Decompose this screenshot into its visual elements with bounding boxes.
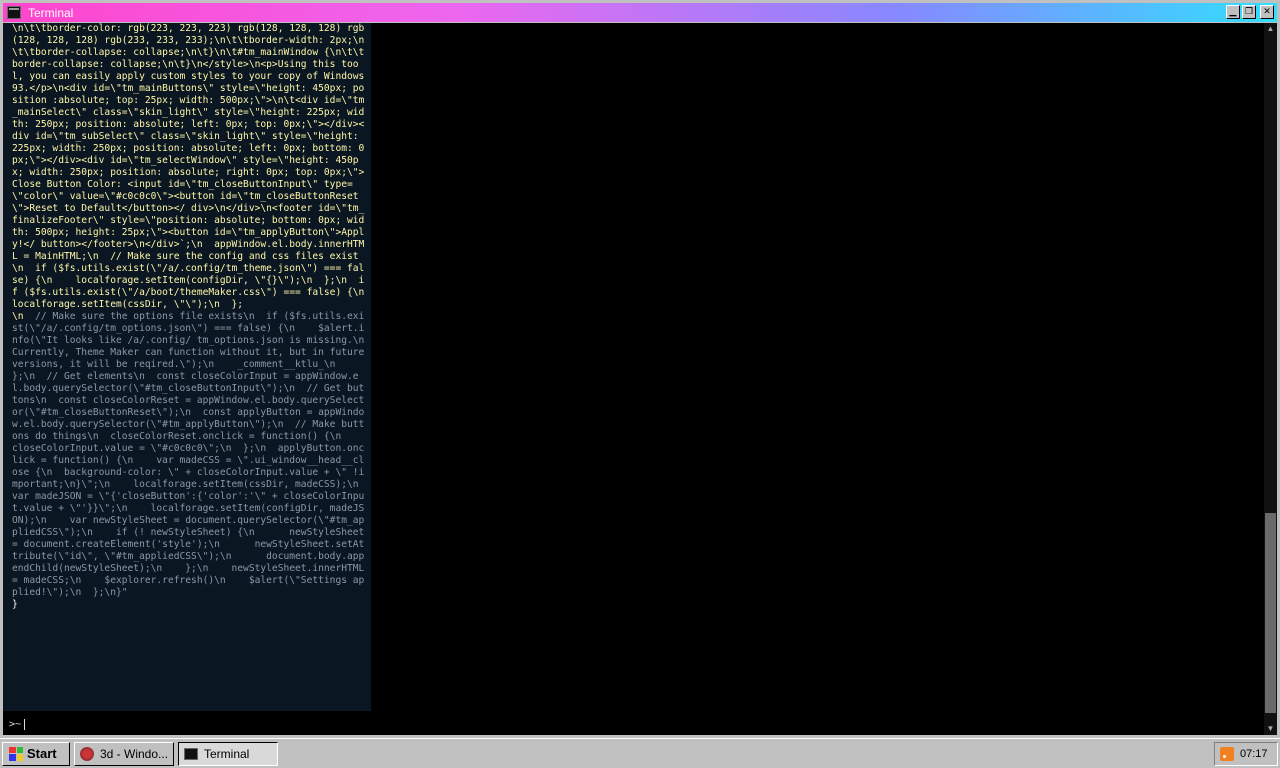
taskbar-item-label: 3d - Windo... xyxy=(100,746,169,761)
rss-feed-icon[interactable] xyxy=(1220,747,1234,761)
vertical-scrollbar[interactable]: ▲ ▼ xyxy=(1264,23,1277,735)
prompt-symbol: >~ xyxy=(9,719,22,730)
taskbar: Start 3d - Windo... Terminal 07:17 xyxy=(0,738,1280,768)
maximize-button[interactable]: ❐ xyxy=(1242,5,1256,19)
terminal-icon xyxy=(7,6,21,19)
command-prompt[interactable]: >~ xyxy=(9,719,26,730)
terminal-window: Terminal ▁ ❐ ✕ \n\t\tborder-color: rgb(2… xyxy=(0,0,1280,738)
scroll-up-arrow-icon[interactable]: ▲ xyxy=(1264,23,1277,35)
scroll-down-arrow-icon[interactable]: ▼ xyxy=(1264,723,1277,735)
output-text: \n\t\tborder-color: rgb(223, 223, 223) r… xyxy=(3,23,371,611)
clock: 07:17 xyxy=(1240,748,1268,760)
start-button[interactable]: Start xyxy=(2,741,70,766)
start-label: Start xyxy=(27,746,57,761)
terminal-icon xyxy=(184,747,198,760)
terminal-body[interactable]: \n\t\tborder-color: rgb(223, 223, 223) r… xyxy=(3,23,1277,735)
taskbar-item-label: Terminal xyxy=(204,746,250,761)
windows-logo-icon xyxy=(9,746,23,761)
scrollbar-thumb[interactable] xyxy=(1265,513,1276,713)
text-caret xyxy=(24,719,26,730)
output-end: } xyxy=(12,599,18,610)
taskbar-item-terminal[interactable]: Terminal xyxy=(178,741,278,766)
taskbar-item-3d[interactable]: 3d - Windo... xyxy=(74,741,174,766)
title-bar[interactable]: Terminal ▁ ❐ ✕ xyxy=(3,3,1277,22)
window-controls: ▁ ❐ ✕ xyxy=(1226,5,1274,19)
close-button[interactable]: ✕ xyxy=(1260,5,1274,19)
output-highlight: \n\t\tborder-color: rgb(223, 223, 223) r… xyxy=(12,23,365,322)
system-tray: 07:17 xyxy=(1214,742,1278,766)
3d-app-icon xyxy=(80,746,94,761)
minimize-button[interactable]: ▁ xyxy=(1226,5,1240,19)
terminal-output: \n\t\tborder-color: rgb(223, 223, 223) r… xyxy=(3,23,371,711)
window-title: Terminal xyxy=(28,5,74,20)
output-dim: // Make sure the options file exists\n i… xyxy=(12,311,365,598)
